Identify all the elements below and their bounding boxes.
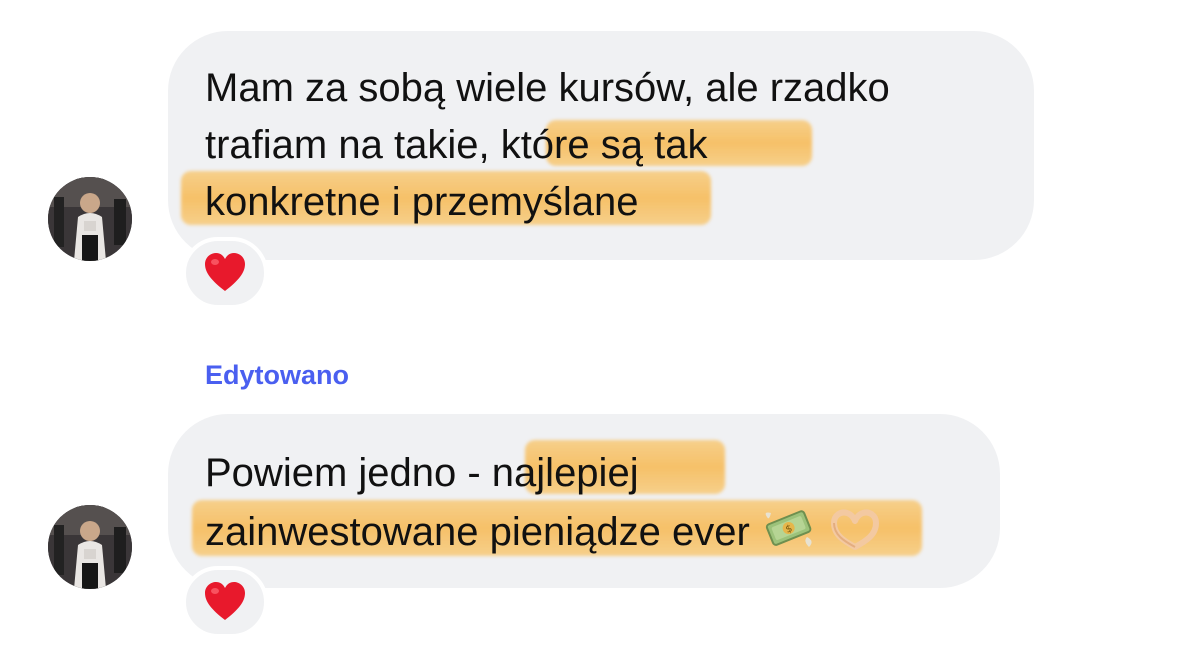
avatar-photo-icon (48, 177, 132, 261)
message-text-line: Powiem jedno - najlepiej (205, 449, 639, 497)
heart-hands-icon (828, 507, 882, 562)
reaction-badge[interactable] (182, 237, 268, 309)
avatar[interactable] (48, 177, 132, 261)
money-with-wings-icon: $ (761, 507, 817, 562)
reaction-badge[interactable] (182, 566, 268, 638)
message-text-line: Mam za sobą wiele kursów, ale rzadko (205, 66, 890, 110)
heart-icon (205, 253, 245, 291)
heart-icon (205, 582, 245, 620)
avatar[interactable] (48, 505, 132, 589)
message-text-line: trafiam na takie, które są tak (205, 121, 707, 169)
message-text: Powiem jedno - (205, 451, 492, 495)
edited-label: Edytowano (205, 360, 350, 390)
chat-thread: Mam za sobą wiele kursów, ale rzadko tra… (0, 0, 1179, 654)
highlighted-text: najlepiej (491, 451, 639, 495)
highlighted-text: zainwestowane pieniądze ever (205, 510, 750, 555)
highlighted-text: które są tak (500, 123, 708, 167)
avatar-photo-icon (48, 505, 132, 589)
message-text: trafiam na takie, (205, 123, 501, 167)
message-text-line: zainwestowane pieniądze ever $ (205, 507, 882, 562)
highlighted-text: konkretne i przemyślane (205, 180, 639, 224)
